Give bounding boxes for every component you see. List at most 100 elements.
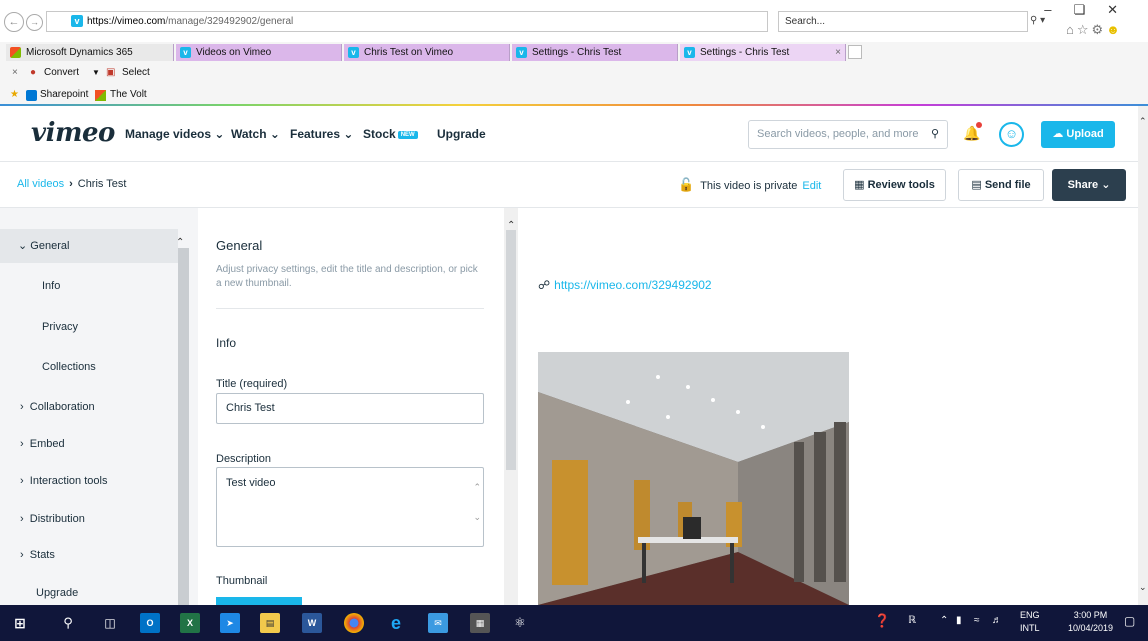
select-icon: ▣ (106, 67, 116, 78)
lang-bottom: INTL (1020, 623, 1040, 633)
nav-upgrade[interactable]: Upgrade (437, 127, 486, 141)
word-icon[interactable]: W (302, 613, 322, 633)
excel-icon[interactable]: X (180, 613, 200, 633)
review-tools-button[interactable]: ▦ Review tools (843, 169, 946, 201)
scroll-up-icon[interactable]: ⌃ (507, 220, 515, 231)
search-icon[interactable]: ⚲ (58, 613, 78, 633)
avatar[interactable]: ☺ (999, 122, 1024, 147)
sidebar-item-stats[interactable]: › Stats (0, 549, 178, 561)
tab-settings-1[interactable]: v Settings - Chris Test (512, 44, 678, 61)
video-link[interactable]: ☍ https://vimeo.com/329492902 (538, 278, 712, 292)
search-dropdown-icon[interactable]: ⚲ ▾ (1030, 15, 1045, 26)
sidebar-item-embed[interactable]: › Embed (0, 438, 178, 450)
settings-sidebar: ⌄ General ⌃ Info Privacy Collections › C… (0, 208, 198, 605)
description-textarea[interactable]: Test video ⌃ ⌄ (216, 467, 484, 547)
nav-manage-videos[interactable]: Manage videos ⌄ (125, 127, 224, 141)
action-center-icon[interactable]: ▢ (1124, 614, 1135, 628)
sidebar-item-info[interactable]: Info (0, 280, 178, 292)
tab-microsoft-dynamics[interactable]: Microsoft Dynamics 365 (6, 44, 174, 61)
sidebar-item-distribution[interactable]: › Distribution (0, 513, 178, 525)
sidebar-label: Stats (29, 549, 55, 561)
tab-close-icon[interactable]: × (835, 44, 841, 61)
tab-videos-on-vimeo[interactable]: v Videos on Vimeo (176, 44, 342, 61)
fav-sharepoint[interactable]: Sharepoint (40, 86, 88, 104)
language-indicator[interactable]: ENG INTL (1020, 609, 1040, 635)
page-scrollbar[interactable] (1138, 106, 1148, 605)
nav-label: Manage videos (125, 127, 212, 141)
wifi-icon[interactable]: ≈ (974, 615, 980, 626)
tab-settings-active[interactable]: v Settings - Chris Test × (680, 44, 846, 61)
feedback-smiley-icon[interactable]: ☻ (1106, 22, 1123, 37)
fav-the-volt[interactable]: The Volt (110, 86, 147, 104)
sidebar-item-interaction-tools[interactable]: › Interaction tools (0, 475, 178, 487)
chevron-right-icon: › (20, 513, 24, 525)
forward-icon[interactable]: → (26, 14, 43, 31)
home-star-gear-icon[interactable]: ⌂☆⚙☻ (1066, 22, 1123, 38)
collapse-up-icon[interactable]: ⌃ (176, 237, 184, 248)
vimeo-logo[interactable]: vimeo (31, 118, 115, 148)
task-view-icon[interactable]: ◫ (100, 613, 120, 633)
vimeo-search-input[interactable]: Search videos, people, and more ⚲ (748, 120, 948, 149)
sidebar-item-upgrade[interactable]: Upgrade (0, 587, 178, 599)
send-icon[interactable]: ➤ (220, 613, 240, 633)
edit-privacy-link[interactable]: Edit (802, 180, 821, 192)
address-bar[interactable]: v https://vimeo.com/manage/329492902/gen… (46, 11, 768, 32)
vimeo-icon: v (180, 47, 191, 58)
crumb-current: Chris Test (77, 178, 127, 190)
share-button[interactable]: Share ⌄ (1052, 169, 1126, 201)
outlook-icon[interactable]: O (140, 613, 160, 633)
sidebar-item-collaboration[interactable]: › Collaboration (0, 401, 178, 413)
crumb-all-videos[interactable]: All videos (17, 178, 64, 190)
tool-icon[interactable]: ⚛ (510, 613, 530, 633)
file-explorer-icon[interactable]: ▤ (260, 613, 280, 633)
help-icon[interactable]: ❓ (874, 613, 890, 629)
window-controls[interactable]: –❏✕ (1044, 2, 1140, 18)
battery-icon[interactable]: ▮ (956, 615, 962, 626)
title-input[interactable]: Chris Test (216, 393, 484, 424)
windows-taskbar: ⊞ ⚲ ◫ O X ➤ ▤ W e ✉ ▦ ⚛ ❓ ℝ ⌃ ▮ ≈ ♬ ENG I… (0, 605, 1148, 641)
textarea-scroll-icon[interactable]: ⌃ ⌄ (473, 472, 481, 532)
convert-button[interactable]: Convert (44, 64, 79, 82)
new-tab-button[interactable] (848, 45, 862, 59)
search-icon[interactable]: ⚲ (931, 121, 939, 148)
close-toolbar-icon[interactable]: × (12, 64, 18, 82)
tray-up-icon[interactable]: ⌃ (940, 615, 948, 626)
internet-explorer-icon[interactable]: e (386, 613, 406, 633)
browser-chrome: ← → v https://vimeo.com/manage/329492902… (0, 0, 1148, 106)
upload-button[interactable]: ☁ Upload (1041, 121, 1115, 148)
calculator-icon[interactable]: ▦ (470, 613, 490, 633)
windows-start-icon[interactable]: ⊞ (10, 613, 30, 633)
convert-dropdown-icon[interactable]: ▼ (92, 64, 100, 82)
people-icon[interactable]: ℝ (908, 615, 916, 626)
nav-features[interactable]: Features ⌄ (290, 127, 353, 141)
tab-chris-test[interactable]: v Chris Test on Vimeo (344, 44, 510, 61)
mail-icon[interactable]: ✉ (428, 613, 448, 633)
send-file-button[interactable]: ▤ Send file (958, 169, 1044, 201)
favorites-star-icon[interactable]: ★ (10, 86, 19, 104)
sidebar-label: Distribution (29, 513, 85, 525)
thumbnail-selected[interactable] (216, 597, 302, 605)
chrome-icon[interactable] (344, 613, 364, 633)
send-file-label: Send file (984, 179, 1031, 191)
page-scroll-up-icon[interactable]: ⌃ (1139, 116, 1147, 127)
sidebar-item-collections[interactable]: Collections (0, 361, 178, 373)
nav-watch[interactable]: Watch ⌄ (231, 127, 280, 141)
browser-search-input[interactable]: Search... (778, 11, 1028, 32)
tabs-row: Microsoft Dynamics 365 v Videos on Vimeo… (0, 44, 1148, 61)
taskbar-clock[interactable]: 3:00 PM 10/04/2019 (1068, 609, 1113, 635)
panel-scrollbar[interactable] (506, 230, 516, 470)
volume-icon[interactable]: ♬ (992, 615, 1002, 626)
chevron-right-icon: › (20, 475, 24, 487)
favorites-bar: ★ Sharepoint The Volt (0, 86, 1148, 104)
select-button[interactable]: Select (122, 64, 150, 82)
sidebar-scrollbar[interactable] (178, 248, 189, 605)
page-scroll-down-icon[interactable]: ⌄ (1139, 582, 1147, 593)
nav-stock[interactable]: Stock NEW (363, 127, 418, 141)
sidebar-item-general[interactable]: ⌄ General (0, 229, 178, 263)
upload-label: Upload (1066, 128, 1104, 140)
panel-heading: General (216, 238, 263, 253)
video-thumbnail-preview[interactable] (538, 352, 849, 605)
back-icon[interactable]: ← (4, 12, 24, 32)
sidebar-item-privacy[interactable]: Privacy (0, 321, 178, 333)
chevron-down-icon: ⌄ (18, 240, 28, 252)
